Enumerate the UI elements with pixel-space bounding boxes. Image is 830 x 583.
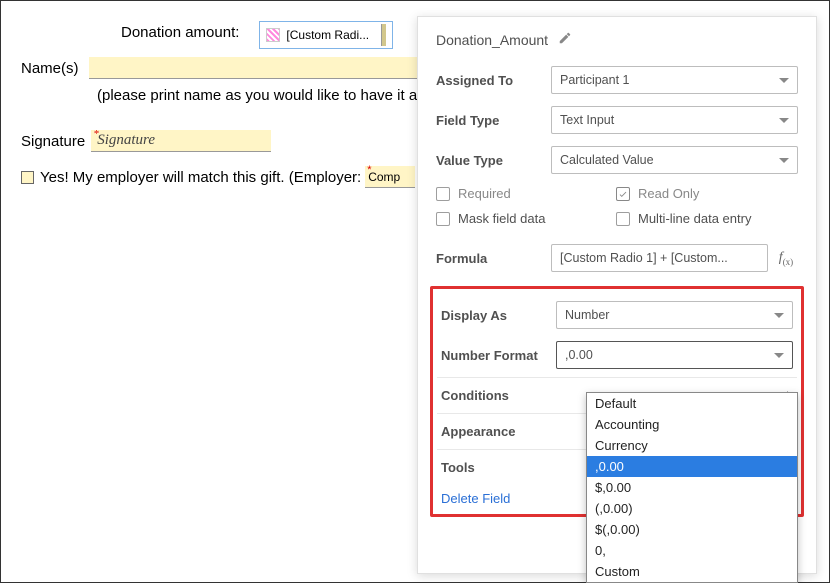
fx-icon[interactable]: f(x) (774, 250, 798, 267)
display-as-dropdown[interactable]: Number (556, 301, 793, 329)
readonly-label: Read Only (638, 186, 699, 201)
conditions-label: Conditions (441, 388, 509, 403)
number-format-option[interactable]: Default (587, 393, 797, 414)
signature-placeholder: Signature (97, 132, 155, 149)
number-format-option[interactable]: (,0.00) (587, 498, 797, 519)
field-type-value: Text Input (560, 113, 614, 127)
assigned-to-value: Participant 1 (560, 73, 629, 87)
employer-input[interactable]: * Comp (365, 166, 415, 188)
multiline-checkbox[interactable] (616, 212, 630, 226)
field-type-label: Field Type (436, 113, 551, 128)
chevron-down-icon (779, 158, 789, 163)
required-checkbox[interactable] (436, 187, 450, 201)
chevron-down-icon (779, 118, 789, 123)
field-properties-panel: Donation_Amount Assigned To Participant … (417, 16, 817, 574)
formula-label: Formula (436, 251, 551, 266)
field-chip-handle[interactable] (381, 24, 386, 46)
number-format-dropdown[interactable]: ,0.00 (556, 341, 793, 369)
value-type-dropdown[interactable]: Calculated Value (551, 146, 798, 174)
selected-field-chip[interactable]: [Custom Radi... (259, 21, 393, 49)
number-format-value: ,0.00 (565, 348, 593, 362)
panel-field-name: Donation_Amount (436, 32, 548, 48)
mask-checkbox[interactable] (436, 212, 450, 226)
multiline-label: Multi-line data entry (638, 211, 751, 226)
required-star-icon: * (93, 128, 99, 140)
employer-placeholder: Comp (368, 170, 400, 184)
display-as-label: Display As (441, 308, 556, 323)
signature-input[interactable]: * Signature (91, 130, 271, 152)
number-format-option[interactable]: $,0.00 (587, 477, 797, 498)
number-format-listbox[interactable]: DefaultAccountingCurrency,0.00$,0.00(,0.… (586, 392, 798, 583)
field-chip-icon (266, 28, 280, 42)
yes-checkbox[interactable] (21, 171, 34, 184)
assigned-to-label: Assigned To (436, 73, 551, 88)
value-type-value: Calculated Value (560, 153, 654, 167)
number-format-label: Number Format (441, 348, 556, 363)
formula-value: [Custom Radio 1] + [Custom... (560, 251, 728, 265)
value-type-label: Value Type (436, 153, 551, 168)
chevron-down-icon (774, 313, 784, 318)
edit-name-icon[interactable] (558, 31, 572, 48)
number-format-option[interactable]: $(,0.00) (587, 519, 797, 540)
yes-text: Yes! My employer will match this gift. (… (40, 169, 361, 186)
number-format-option[interactable]: Custom (587, 561, 797, 582)
number-format-option[interactable]: ,0.00 (587, 456, 797, 477)
display-as-value: Number (565, 308, 609, 322)
names-input[interactable] (89, 57, 419, 79)
field-chip-text: [Custom Radi... (286, 28, 369, 42)
names-label: Name(s) (21, 57, 79, 77)
chevron-down-icon (774, 353, 784, 358)
donation-amount-label: Donation amount: (121, 21, 239, 41)
number-format-option[interactable]: Accounting (587, 414, 797, 435)
chevron-down-icon (779, 78, 789, 83)
appearance-label: Appearance (441, 424, 515, 439)
signature-label: Signature (21, 130, 85, 150)
required-label: Required (458, 186, 511, 201)
field-type-dropdown[interactable]: Text Input (551, 106, 798, 134)
number-format-option[interactable]: 0, (587, 540, 797, 561)
required-star-icon: * (367, 164, 371, 176)
tools-label: Tools (441, 460, 475, 475)
assigned-to-dropdown[interactable]: Participant 1 (551, 66, 798, 94)
mask-label: Mask field data (458, 211, 545, 226)
readonly-checkbox[interactable] (616, 187, 630, 201)
formula-input[interactable]: [Custom Radio 1] + [Custom... (551, 244, 768, 272)
number-format-option[interactable]: Currency (587, 435, 797, 456)
